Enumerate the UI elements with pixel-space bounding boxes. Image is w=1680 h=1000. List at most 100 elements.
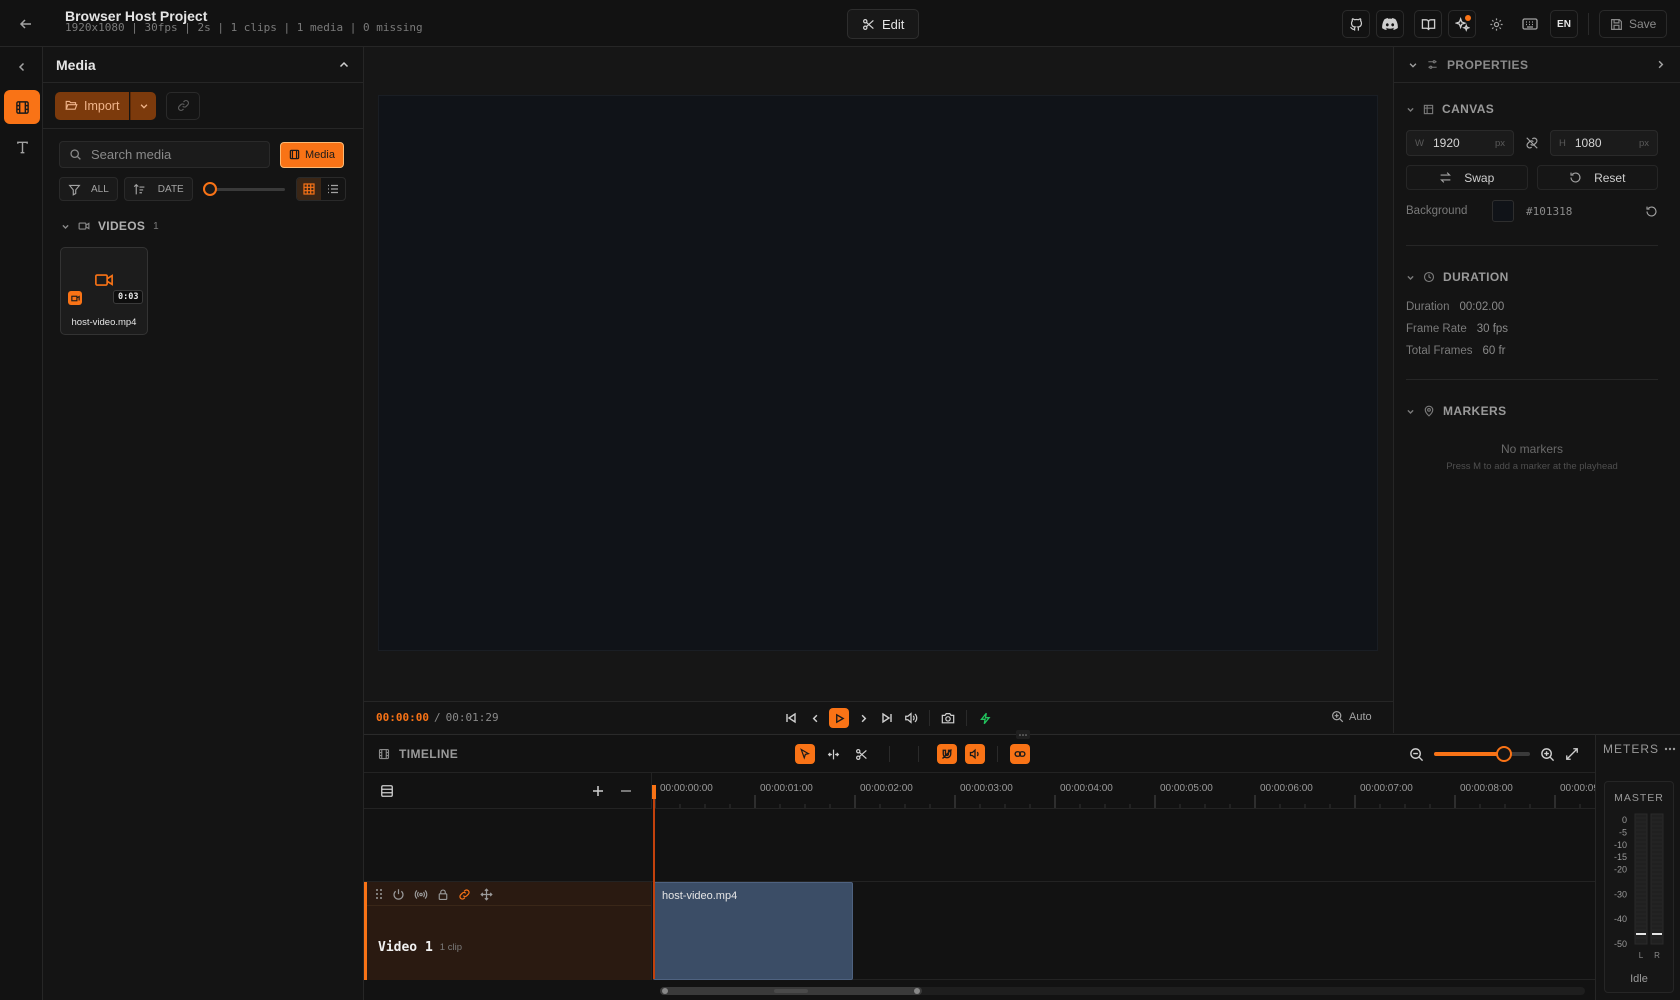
media-filter-toggle[interactable]: Media — [280, 141, 344, 168]
swap-button[interactable]: Swap — [1406, 165, 1528, 190]
height-input[interactable]: H 1080 px — [1550, 130, 1658, 156]
canvas-section-header[interactable]: CANVAS — [1406, 102, 1658, 116]
broadcast-icon[interactable] — [414, 888, 428, 901]
timeline-clip[interactable]: host-video.mp4 — [653, 882, 853, 980]
split-horizontal-icon — [827, 749, 839, 759]
background-swatch[interactable] — [1492, 200, 1514, 222]
media-type-badge — [68, 291, 82, 305]
media-item[interactable]: 0:03 host-video.mp4 — [60, 247, 148, 335]
save-button[interactable]: Save — [1599, 10, 1668, 38]
markers-hint: Press M to add a marker at the playhead — [1446, 461, 1618, 472]
reset-color-icon[interactable] — [1645, 205, 1658, 218]
discord-button[interactable] — [1376, 10, 1404, 38]
list-view-button[interactable] — [321, 178, 345, 200]
fit-to-view-icon[interactable] — [1565, 747, 1579, 761]
width-input[interactable]: W 1920 px — [1406, 130, 1514, 156]
markers-section-header[interactable]: MARKERS — [1406, 404, 1658, 418]
rail-text-button[interactable] — [4, 130, 40, 164]
zoom-out-icon[interactable] — [1409, 747, 1424, 762]
meter-scale-label: -10 — [1614, 840, 1627, 850]
aspect-lock-button[interactable] — [1522, 130, 1542, 156]
master-meter: MASTER 0 -5 -10 -15 -20 -30 -40 -50 L R Idle — [1604, 781, 1674, 993]
magnet-snap-button[interactable] — [937, 744, 957, 764]
performance-button[interactable] — [975, 708, 995, 728]
ai-assistant-button[interactable] — [1448, 10, 1476, 38]
playhead[interactable] — [652, 785, 656, 979]
meter-scale-label: -5 — [1619, 827, 1627, 837]
chevron-up-icon[interactable] — [338, 59, 350, 71]
thumbnail-size-slider[interactable] — [202, 177, 285, 201]
lock-icon[interactable] — [437, 888, 449, 901]
videos-group-header[interactable]: VIDEOS 1 — [61, 219, 159, 233]
chevron-down-icon[interactable] — [1408, 60, 1418, 70]
background-value: #101318 — [1526, 204, 1573, 218]
horizontal-scrollbar[interactable] — [660, 987, 1585, 995]
height-field-label: H — [1559, 137, 1566, 149]
previous-frame-button[interactable] — [805, 708, 825, 728]
preview-canvas[interactable] — [378, 95, 1378, 651]
level-meter: 0 -5 -10 -15 -20 -30 -40 -50 L R — [1614, 813, 1664, 960]
back-button[interactable] — [14, 12, 38, 36]
timeline-zoom-slider[interactable] — [1434, 746, 1530, 762]
next-frame-button[interactable] — [853, 708, 873, 728]
filter-button[interactable]: ALL — [59, 177, 118, 201]
preview-zoom-button[interactable]: Auto — [1331, 710, 1372, 723]
link-icon — [177, 100, 189, 111]
snapshot-button[interactable] — [938, 708, 958, 728]
time-ruler[interactable]: 00:00:00:00 00:00:01:00 00:00:02:00 00:00:0… — [653, 773, 1595, 809]
select-tool-button[interactable] — [795, 744, 815, 764]
skip-to-start-button[interactable] — [781, 708, 801, 728]
ripple-tool-button[interactable] — [823, 744, 843, 764]
track-label: Video 1 1 clip — [378, 940, 462, 955]
add-track-button[interactable] — [589, 782, 607, 800]
grid-icon — [303, 183, 315, 195]
import-button[interactable]: Import — [55, 91, 130, 120]
keyboard-shortcuts-button[interactable] — [1516, 10, 1544, 38]
grid-view-button[interactable] — [296, 178, 321, 200]
link-media-button[interactable] — [166, 91, 201, 120]
zoom-thumb[interactable] — [1496, 746, 1513, 762]
track-header-video-1[interactable]: Video 1 1 clip — [364, 882, 652, 980]
playhead-handle[interactable] — [652, 785, 656, 799]
audio-snap-button[interactable] — [965, 744, 985, 764]
more-horizontal-icon[interactable] — [1664, 747, 1676, 751]
power-icon[interactable] — [392, 888, 405, 901]
drag-handle-icon[interactable] — [375, 888, 383, 900]
settings-button[interactable] — [1482, 10, 1510, 38]
skip-to-end-button[interactable] — [877, 708, 897, 728]
media-title: Media — [56, 56, 96, 73]
play-button[interactable] — [829, 708, 849, 728]
remove-track-button[interactable] — [617, 782, 635, 800]
media-header: Media — [43, 47, 363, 83]
duration-section-header[interactable]: DURATION — [1406, 270, 1658, 284]
import-dropdown-button[interactable] — [130, 91, 157, 120]
edit-mode-button[interactable]: Edit — [847, 9, 920, 39]
docs-button[interactable] — [1414, 10, 1442, 38]
track-list-button[interactable] — [378, 782, 396, 800]
video-track-lane[interactable]: host-video.mp4 — [653, 882, 1595, 980]
ruler-label: 00:00:07:00 — [1360, 783, 1413, 794]
chevron-right-icon[interactable] — [1655, 59, 1666, 70]
zoom-in-icon[interactable] — [1540, 747, 1555, 762]
scrollbar-thumb[interactable] — [660, 987, 922, 995]
github-button[interactable] — [1342, 10, 1370, 38]
collapse-panel-button[interactable] — [10, 55, 34, 79]
media-filename: host-video.mp4 — [71, 317, 137, 328]
timeline-tools — [795, 744, 1030, 764]
link-icon[interactable] — [458, 888, 471, 901]
timeline-zoom — [1409, 746, 1579, 762]
volume-button[interactable] — [901, 708, 921, 728]
sort-button[interactable]: DATE — [123, 177, 193, 201]
scrollbar-grip-right[interactable] — [914, 988, 920, 994]
search-input[interactable]: Search media — [59, 141, 270, 168]
rail-media-button[interactable] — [4, 90, 40, 124]
link-clips-button[interactable] — [1010, 744, 1030, 764]
slider-thumb[interactable] — [202, 182, 217, 196]
language-button[interactable]: EN — [1550, 10, 1578, 38]
sliders-icon — [1428, 60, 1437, 69]
scrollbar-grip-left[interactable] — [662, 988, 668, 994]
move-icon[interactable] — [480, 887, 493, 901]
reset-button[interactable]: Reset — [1536, 165, 1658, 190]
razor-tool-button[interactable] — [851, 744, 871, 764]
tools-divider — [918, 746, 919, 762]
